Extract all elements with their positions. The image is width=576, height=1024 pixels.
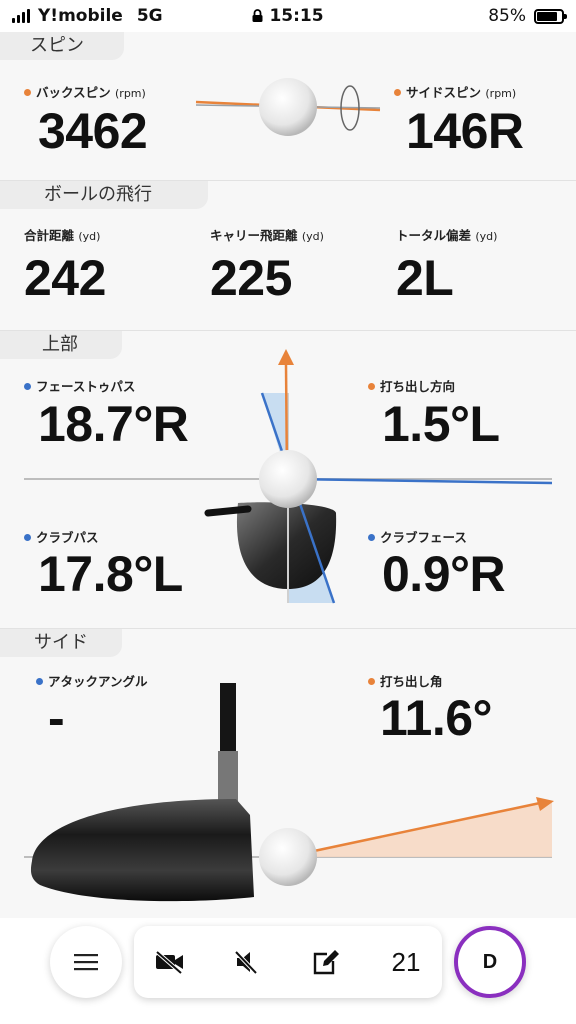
hamburger-icon [74,954,98,971]
video-off-icon [155,950,183,974]
menu-button[interactable] [50,926,122,998]
clock: 15:15 [269,6,324,26]
club-head-side [30,799,255,902]
attack-angle-label-text: アタックアングル [48,674,148,689]
orange-dot [24,89,31,96]
edit-button[interactable] [296,926,356,998]
total-deviation-value: 2L [396,250,454,306]
sound-toggle-button[interactable] [216,926,276,998]
battery-percent: 85% [488,6,526,26]
spin-ball-graphic [195,78,381,136]
launch-angle-value: 11.6° [380,690,493,746]
golf-ball [259,78,317,136]
tab-flight: ボールの飛行 [0,181,208,209]
orange-dot [368,678,375,685]
tab-side: サイド [0,629,122,657]
lock-icon [252,9,263,22]
club-face-label: クラブフェース [368,527,467,546]
blue-dot [36,678,43,685]
avatar-initial: D [482,950,498,973]
action-toolbar: 21 [134,926,442,998]
avatar[interactable]: D [454,926,526,998]
blue-dot [24,383,31,390]
backspin-label: バックスピン (rpm) [24,82,146,101]
total-distance-value: 242 [24,250,106,306]
golf-ball [259,828,317,886]
attack-angle-value: - [48,690,65,746]
carry-distance-value: 225 [210,250,292,306]
total-deviation-label: トータル偏差 (yd) [396,225,497,244]
launch-direction-label: 打ち出し方向 [368,376,455,395]
backspin-label-text: バックスピン [36,85,111,100]
sidespin-label: サイドスピン (rpm) [394,82,516,101]
club-face-label-text: クラブフェース [380,530,467,545]
blue-dot [368,534,375,541]
tab-top: 上部 [0,331,122,359]
edit-icon [313,950,339,975]
spin-section: スピン バックスピン (rpm) 3462 サイドスピン (rpm) 146R [0,32,576,180]
video-toggle-button[interactable] [140,926,200,998]
total-unit: (yd) [78,230,101,243]
orange-dot [368,383,375,390]
face-to-path-label-text: フェーストゥパス [36,379,136,394]
status-right: 85% [488,6,567,26]
status-bar: Y!mobile 5G 15:15 85% [0,0,576,32]
shot-count[interactable]: 21 [376,926,436,998]
side-section: サイド アタックアングル - 打ち出し角 11.6° [0,628,576,918]
club-hosel [218,751,238,805]
mute-icon [234,950,258,975]
launch-angle-area [314,801,552,857]
launch-direction-label-text: 打ち出し方向 [380,379,456,394]
orange-dot [394,89,401,96]
battery-icon [534,8,567,24]
face-to-path-value: 18.7°R [38,396,189,452]
deviation-unit: (yd) [475,230,498,243]
attack-angle-label: アタックアングル [36,671,148,690]
launch-angle-label-text: 打ち出し角 [380,674,443,689]
backspin-unit: (rpm) [115,87,146,100]
launch-arrow-head [278,349,294,365]
sidespin-label-text: サイドスピン [406,85,482,100]
deviation-label-text: トータル偏差 [396,228,472,243]
club-path-label: クラブパス [24,527,99,546]
golf-ball [259,450,317,508]
carry-label-text: キャリー飛距離 [210,228,298,243]
carry-unit: (yd) [301,230,324,243]
flight-section: ボールの飛行 合計距離 (yd) 242 キャリー飛距離 (yd) 225 トー… [0,180,576,330]
launch-direction-value: 1.5°L [382,396,500,452]
carry-distance-label: キャリー飛距離 (yd) [210,225,324,244]
club-face-value: 0.9°R [382,546,506,602]
face-to-path-label: フェーストゥパス [24,376,135,395]
sidespin-unit: (rpm) [485,87,517,100]
launch-angle-label: 打ち出し角 [368,671,443,690]
top-section: 上部 フェーストゥパス 18.7°R 打ち出し方向 1.5°L クラブパス 17… [0,330,576,628]
backspin-value: 3462 [38,103,148,159]
club-path-label-text: クラブパス [36,530,99,545]
club-path-value: 17.8°L [38,546,183,602]
total-distance-label: 合計距離 (yd) [24,225,100,244]
bottom-toolbar: 21 D [0,918,576,1024]
total-label-text: 合計距離 [24,228,75,243]
club-shaft-top [204,505,252,517]
tab-spin: スピン [0,32,124,60]
battery-level [537,11,558,21]
sidespin-value: 146R [406,103,524,159]
shot-count-value: 21 [391,946,421,977]
blue-dot [24,534,31,541]
